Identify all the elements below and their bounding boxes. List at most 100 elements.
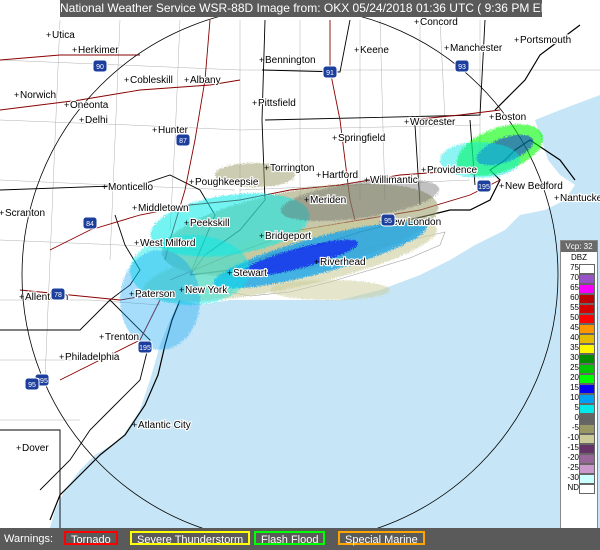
- city-label: Herkimer: [78, 45, 119, 56]
- interstate-shield: 195: [137, 340, 153, 354]
- city-trenton: + Trenton: [99, 331, 140, 344]
- svg-text:+: +: [421, 165, 426, 175]
- dbz-level-label: 35: [570, 343, 579, 352]
- city-label: Cobleskill: [130, 75, 173, 86]
- city-label: Dover: [22, 443, 49, 454]
- svg-text:+: +: [46, 30, 51, 40]
- dbz-level: 40: [561, 333, 597, 344]
- dbz-level: 45: [561, 323, 597, 334]
- dbz-level: 20: [561, 373, 597, 384]
- svg-text:+: +: [0, 208, 4, 218]
- dbz-level: 5: [561, 403, 597, 414]
- warnings-bar: Warnings: Tornado Severe Thunderstorm Fl…: [0, 528, 600, 550]
- dbz-level-label: 70: [570, 273, 579, 282]
- city-nantucket: +Nantucket: [554, 192, 600, 205]
- warning-severe-thunderstorm-button[interactable]: Severe Thunderstorm: [130, 531, 251, 546]
- warnings-label: Warnings:: [4, 533, 54, 545]
- city-providence: + Providence: [421, 164, 479, 177]
- dbz-level: 50: [561, 313, 597, 324]
- svg-text:+: +: [259, 55, 264, 65]
- city-label: Meriden: [310, 195, 346, 206]
- city-label: Portsmouth: [520, 35, 571, 46]
- svg-text:+: +: [102, 182, 107, 192]
- city-meriden: + Meriden: [304, 194, 347, 207]
- dbz-level-label: 15: [570, 383, 579, 392]
- svg-text:+: +: [184, 218, 189, 228]
- warning-special-marine-button[interactable]: Special Marine: [338, 531, 425, 546]
- svg-text:+: +: [354, 45, 359, 55]
- city-label: Springfield: [338, 133, 385, 144]
- city-label: West Milford: [140, 238, 195, 249]
- svg-text:+: +: [179, 285, 184, 295]
- svg-text:+: +: [514, 35, 519, 45]
- radar-title-bar: National Weather Service WSR-88D Image f…: [60, 0, 561, 17]
- interstate-number: 93: [458, 64, 466, 71]
- dbz-level-label: 25: [570, 363, 579, 372]
- city-scranton: + Scranton: [0, 207, 46, 220]
- city-worcester: + Worcester: [404, 116, 457, 129]
- city-springfield: + Springfield: [332, 132, 386, 145]
- city-herkimer: + Herkimer: [72, 44, 120, 57]
- radar-map: + Utica+ Herkimer+ Cobleskill + Albany+ Norwic…: [0, 0, 600, 550]
- interstate-number: 87: [179, 138, 187, 145]
- svg-text:+: +: [259, 231, 264, 241]
- dbz-level: 30: [561, 353, 597, 364]
- city-label: Scranton: [5, 208, 45, 219]
- city-label: Pittsfield: [258, 98, 296, 109]
- dbz-units: DBZ: [571, 253, 587, 262]
- city-label: Delhi: [85, 115, 108, 126]
- dbz-level: 15: [561, 383, 597, 394]
- dbz-level: 10: [561, 393, 597, 404]
- dbz-level-label: 30: [570, 353, 579, 362]
- interstate-number: 91: [326, 70, 334, 77]
- dbz-level-label: 20: [570, 373, 579, 382]
- interstate-shield: 84: [82, 216, 98, 230]
- svg-text:+: +: [227, 268, 232, 278]
- dbz-level-label: -5: [571, 423, 579, 432]
- dbz-level-label: -30: [567, 473, 579, 482]
- city-pittsfield: + Pittsfield: [252, 97, 297, 110]
- dbz-level-label: 75: [570, 263, 579, 272]
- city-label: Middletown: [138, 203, 189, 214]
- interstate-number: 195: [478, 184, 490, 191]
- dbz-level: 55: [561, 303, 597, 314]
- city-utica: + Utica: [46, 29, 76, 42]
- dbz-level: -15: [561, 443, 597, 454]
- warning-flash-flood-button[interactable]: Flash Flood: [254, 531, 326, 546]
- city-label: Norwich: [20, 90, 56, 101]
- city-concord: + Concord: [414, 16, 459, 29]
- city-label: Bridgeport: [265, 231, 311, 242]
- dbz-level: 75: [561, 263, 597, 274]
- dbz-legend: Vcp: 32 DBZ 75 70 65 60 55 50 45 40 35 30 25 20 15 10…: [560, 240, 598, 544]
- dbz-level-label: 50: [570, 313, 579, 322]
- svg-text:+: +: [499, 181, 504, 191]
- city-albany: + Albany: [184, 74, 222, 87]
- interstate-number: 195: [139, 345, 151, 352]
- city-label: Manchester: [450, 43, 503, 54]
- dbz-level-label: -20: [567, 453, 579, 462]
- city-label: Trenton: [105, 332, 139, 343]
- city-label: Worcester: [410, 117, 456, 128]
- dbz-level: -30: [561, 473, 597, 484]
- dbz-level: 35: [561, 343, 597, 354]
- city-willimantic: + Willimantic: [364, 174, 419, 187]
- svg-text:+: +: [314, 257, 319, 267]
- dbz-level: 65: [561, 283, 597, 294]
- city-oneonta: + Oneonta: [64, 99, 110, 112]
- dbz-level-label: 60: [570, 293, 579, 302]
- svg-text:+: +: [132, 420, 137, 430]
- city-label: Riverhead: [320, 257, 366, 268]
- dbz-level: -5: [561, 423, 597, 434]
- city-label: Keene: [360, 45, 389, 56]
- warning-tornado-button[interactable]: Tornado: [64, 531, 118, 546]
- interstate-shield: 91: [322, 65, 338, 79]
- city-bridgeport: + Bridgeport: [259, 230, 312, 243]
- dbz-level: -20: [561, 453, 597, 464]
- city-label: Albany: [190, 75, 221, 86]
- city-label: Nantucket: [560, 193, 600, 204]
- dbz-level: 25: [561, 363, 597, 374]
- interstate-number: 78: [54, 292, 62, 299]
- interstate-shield: 87: [175, 133, 191, 147]
- city-hartford: + Hartford: [316, 169, 359, 182]
- city-label: Hartford: [322, 170, 358, 181]
